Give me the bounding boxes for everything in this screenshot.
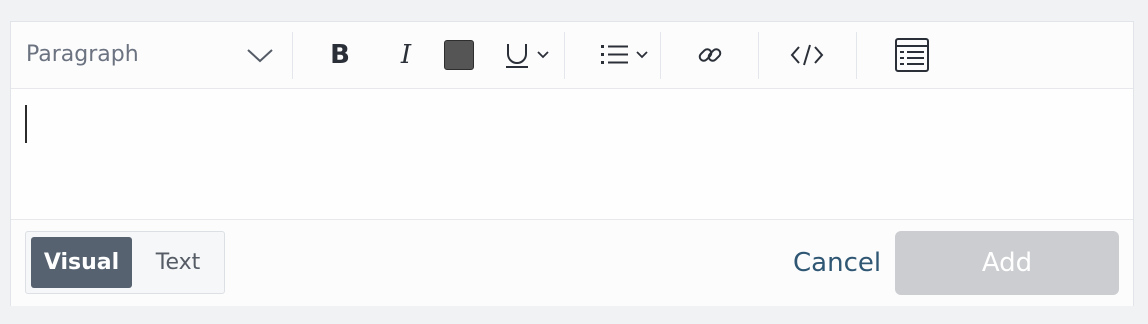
text-caret <box>25 105 27 143</box>
editor-content-area[interactable] <box>11 89 1133 220</box>
editor-toolbar: Paragraph B I <box>11 22 1133 89</box>
underline-dropdown-button[interactable] <box>497 30 555 80</box>
text-color-button[interactable] <box>441 30 477 80</box>
underline-icon <box>503 40 531 70</box>
italic-icon: I <box>400 40 412 70</box>
code-button[interactable] <box>789 30 825 80</box>
bold-button[interactable]: B <box>321 30 359 80</box>
chevron-down-icon <box>636 50 648 60</box>
rich-text-editor: Paragraph B I Visual Text Cancel Add <box>10 21 1134 306</box>
toolbar-divider <box>660 32 661 79</box>
chevron-down-icon <box>245 42 275 68</box>
text-color-swatch <box>444 40 474 70</box>
visual-mode-tab[interactable]: Visual <box>31 237 132 288</box>
editor-mode-toggle: Visual Text <box>25 231 225 294</box>
text-mode-tab[interactable]: Text <box>135 237 221 288</box>
toolbar-divider <box>856 32 857 79</box>
add-button[interactable]: Add <box>895 231 1119 295</box>
toolbar-divider <box>758 32 759 79</box>
toolbar-divider <box>564 32 565 79</box>
link-icon <box>697 42 723 68</box>
kitchen-sink-icon <box>894 37 930 73</box>
editor-footer: Visual Text Cancel Add <box>11 220 1133 306</box>
toolbar-divider <box>292 32 293 79</box>
block-format-dropdown[interactable]: Paragraph <box>11 22 291 88</box>
toolbar-toggle-button[interactable] <box>891 30 933 80</box>
code-icon <box>790 42 824 68</box>
chevron-down-icon <box>537 50 549 60</box>
cancel-button[interactable]: Cancel <box>793 248 881 278</box>
block-format-value: Paragraph <box>26 42 139 67</box>
bold-icon: B <box>330 40 350 70</box>
bulleted-list-icon <box>600 42 630 68</box>
italic-button[interactable]: I <box>389 30 423 80</box>
list-dropdown-button[interactable] <box>595 30 653 80</box>
insert-link-button[interactable] <box>693 30 727 80</box>
